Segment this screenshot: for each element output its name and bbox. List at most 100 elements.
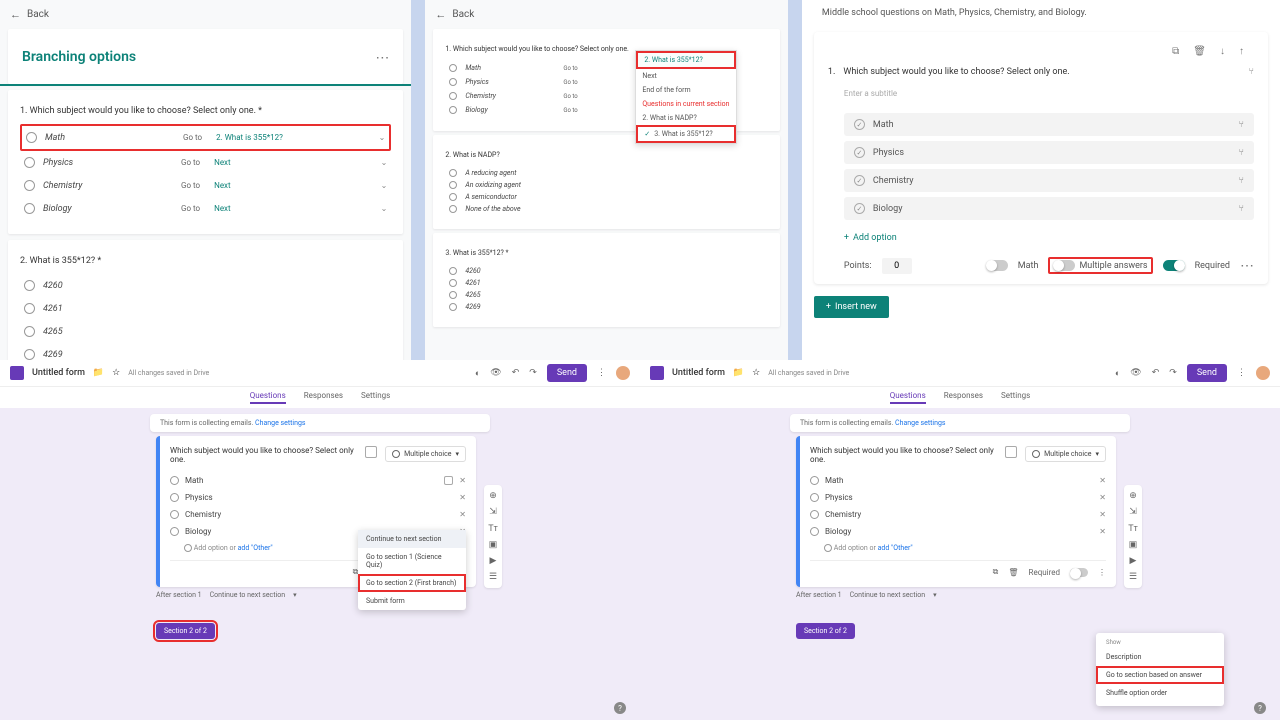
help-icon[interactable]: ? [614,702,626,714]
points-input[interactable] [882,258,912,274]
palette-icon[interactable]: ◐ [1115,368,1120,379]
section-icon[interactable]: ☰ [489,572,497,582]
option-math-row[interactable]: Math Go to 2. What is 355*12? ⌄ [20,124,391,151]
remove-icon[interactable] [459,510,466,519]
tab-responses[interactable]: Responses [304,391,343,404]
star-icon[interactable]: ☆ [752,368,760,378]
option-chemistry-row[interactable]: Chemistry Go toNext⌄ [20,174,391,197]
math-toggle[interactable] [986,260,1008,271]
palette-icon[interactable]: ◐ [475,368,480,379]
required-toggle[interactable] [1163,260,1185,271]
folder-icon[interactable]: 📁 [733,368,744,378]
preview-icon[interactable]: 👁 [1130,368,1141,378]
send-button[interactable]: Send [1187,364,1227,382]
option-physics-row[interactable]: Physics Go toNext⌄ [20,151,391,174]
add-question-icon[interactable]: ⊕ [1129,491,1137,501]
tab-settings[interactable]: Settings [1001,391,1030,404]
more-icon[interactable]: ⋮ [1098,568,1106,577]
required-toggle[interactable] [1070,568,1088,577]
move-up-icon[interactable]: ↑ [1239,46,1244,57]
remove-icon[interactable] [1099,476,1106,485]
go-to-section-2[interactable]: Go to section 2 (First branch) [358,574,466,592]
title-icon[interactable]: Tᴛ [1128,523,1138,534]
copy-icon[interactable]: ⧉ [1172,46,1179,57]
question-type-dropdown[interactable]: Multiple choice▾ [1025,446,1106,462]
goto-dropdown[interactable]: 2. What is 355*12? Next End of the form … [635,50,737,144]
tab-settings[interactable]: Settings [361,391,390,404]
remove-icon[interactable] [459,476,466,485]
redo-icon[interactable]: ↷ [1169,368,1177,378]
section-icon[interactable]: ☰ [1129,572,1137,582]
image-icon[interactable] [1005,446,1017,458]
add-option[interactable]: Add option [194,544,228,552]
preview-icon[interactable]: 👁 [490,368,501,378]
redo-icon[interactable]: ↷ [529,368,537,378]
back-button[interactable]: Back [0,0,411,29]
more-icon[interactable] [375,47,389,66]
branch-icon[interactable] [1249,67,1254,77]
dropdown-selected[interactable]: 2. What is 355*12? [636,51,736,69]
option-biology[interactable]: Biology [844,197,1254,220]
ctx-shuffle[interactable]: Shuffle option order [1096,684,1224,702]
image-icon[interactable]: ▣ [1129,540,1138,550]
title-icon[interactable]: Tᴛ [488,523,498,534]
option-math[interactable]: Math [844,113,1254,136]
more-icon[interactable]: ⋮ [597,368,606,378]
more-icon[interactable]: ⋮ [1237,368,1246,378]
tab-questions[interactable]: Questions [890,391,926,404]
option-physics[interactable]: Physics [170,489,466,506]
add-other-link[interactable]: add "Other" [238,544,273,552]
avatar[interactable] [616,366,630,380]
question-text-input[interactable]: Which subject would you like to choose? … [810,446,997,464]
option-biology-row[interactable]: Biology Go toNext⌄ [20,197,391,220]
after-section-dropdown[interactable]: Continue to next section [210,591,285,599]
star-icon[interactable]: ☆ [112,368,120,378]
question-text[interactable]: Which subject would you like to choose? … [843,67,1240,77]
import-icon[interactable]: ⇲ [1129,507,1137,517]
branch-target[interactable]: 2. What is 355*12? [216,133,371,142]
form-title[interactable]: Untitled form [32,368,85,378]
forms-logo-icon[interactable] [650,366,664,380]
option-chemistry[interactable]: Chemistry [844,169,1254,192]
tab-questions[interactable]: Questions [250,391,286,404]
image-icon[interactable] [365,446,377,458]
subtitle-placeholder[interactable]: Enter a subtitle [828,85,1254,108]
chevron-down-icon[interactable]: ⌄ [379,133,386,142]
trash-icon[interactable]: 🗑 [1008,568,1018,577]
video-icon[interactable]: ▶ [1130,556,1137,566]
ctx-go-to-section[interactable]: Go to section based on answer [1096,666,1224,684]
question-context-menu[interactable]: Show Description Go to section based on … [1096,633,1224,706]
duplicate-icon[interactable]: ⧉ [993,567,999,577]
image-icon[interactable]: ▣ [489,540,498,550]
option-chemistry[interactable]: Chemistry [170,506,466,523]
send-button[interactable]: Send [547,364,587,382]
import-icon[interactable]: ⇲ [489,507,497,517]
add-option-button[interactable]: Add option [828,225,1254,247]
question-type-dropdown[interactable]: Multiple choice▾ [385,446,466,462]
change-settings-link[interactable]: Change settings [255,419,305,427]
tab-responses[interactable]: Responses [944,391,983,404]
branch-destination-menu[interactable]: Continue to next section Go to section 1… [358,530,466,610]
more-icon[interactable] [1240,258,1254,274]
help-icon[interactable]: ? [1254,702,1266,714]
option-physics[interactable]: Physics [844,141,1254,164]
folder-icon[interactable]: 📁 [93,368,104,378]
move-down-icon[interactable]: ↓ [1220,46,1225,57]
insert-new-button[interactable]: Insert new [814,296,889,318]
remove-icon[interactable] [459,493,466,502]
undo-icon[interactable]: ↶ [1152,368,1160,378]
forms-logo-icon[interactable] [10,366,24,380]
back-button[interactable]: Back [425,0,788,29]
video-icon[interactable]: ▶ [490,556,497,566]
trash-icon[interactable]: 🗑 [1193,46,1206,57]
question-text-input[interactable]: Which subject would you like to choose? … [170,446,357,464]
avatar[interactable] [1256,366,1270,380]
multiple-answers-toggle[interactable] [1053,260,1075,271]
ctx-description[interactable]: Description [1096,648,1224,666]
image-icon[interactable] [444,476,453,485]
dropdown-item-selected[interactable]: 3. What is 355*12? [636,125,736,143]
add-question-icon[interactable]: ⊕ [489,491,497,501]
undo-icon[interactable]: ↶ [512,368,520,378]
section-2-pill[interactable]: Section 2 of 2 [796,623,855,639]
section-2-pill[interactable]: Section 2 of 2 [156,623,215,639]
